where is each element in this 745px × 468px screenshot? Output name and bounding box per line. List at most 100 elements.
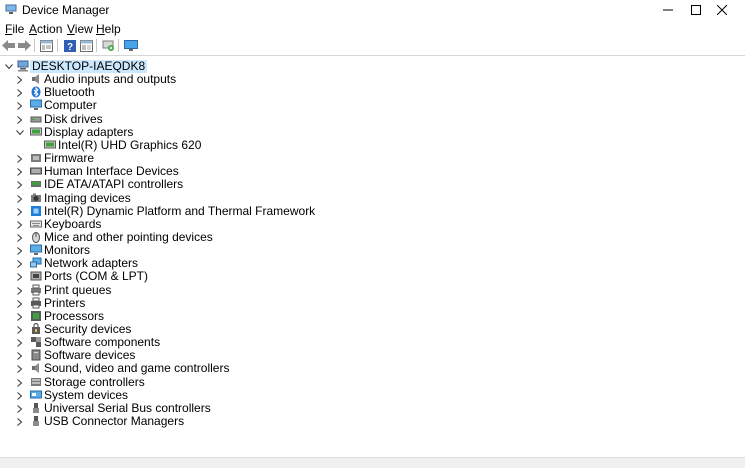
usb-icon — [33, 403, 39, 413]
tree-item[interactable]: Printers — [0, 297, 745, 310]
software-component-icon — [31, 337, 41, 347]
chevron-right-icon[interactable] — [15, 376, 25, 389]
chevron-right-icon[interactable] — [15, 86, 25, 99]
chevron-right-icon[interactable] — [15, 310, 25, 323]
chevron-right-icon[interactable] — [15, 284, 25, 297]
chevron-right-icon[interactable] — [15, 297, 25, 310]
menu-help[interactable]: Help — [96, 22, 121, 36]
graphics-card-icon — [44, 140, 56, 149]
monitor-icon — [30, 244, 42, 255]
chevron-right-icon[interactable] — [15, 205, 25, 218]
tree-item[interactable]: Bluetooth — [0, 86, 745, 99]
keyboard-icon — [30, 220, 42, 228]
device-manager-icon — [5, 4, 17, 14]
minimize-icon — [663, 9, 673, 11]
chevron-right-icon[interactable] — [15, 178, 25, 191]
chevron-down-icon[interactable] — [4, 60, 14, 73]
sound-icon — [32, 363, 39, 373]
chevron-down-icon[interactable] — [15, 126, 25, 139]
window-title: Device Manager — [22, 3, 110, 17]
properties-icon — [40, 39, 53, 52]
chevron-right-icon[interactable] — [15, 165, 25, 178]
mouse-icon — [32, 232, 40, 243]
back-button[interactable] — [1, 38, 16, 53]
tree-item[interactable]: Audio inputs and outputs — [0, 73, 745, 86]
scan-hardware-button[interactable] — [101, 38, 116, 53]
menu-view[interactable]: View — [67, 22, 93, 36]
tree-item[interactable]: USB Connector Managers — [0, 415, 745, 428]
chevron-right-icon[interactable] — [15, 402, 25, 415]
chevron-right-icon[interactable] — [15, 415, 25, 428]
printer-icon — [31, 297, 41, 309]
chevron-right-icon[interactable] — [15, 257, 25, 270]
scan-hardware-icon — [102, 40, 114, 51]
device-tree: DESKTOP-IAEQDK8 Audio inputs and outputs… — [0, 55, 745, 458]
properties-button[interactable] — [39, 38, 54, 53]
svg-text:?: ? — [66, 42, 72, 52]
chevron-right-icon[interactable] — [15, 336, 25, 349]
tree-item-label: USB Connector Managers — [44, 414, 185, 428]
chevron-right-icon[interactable] — [15, 152, 25, 165]
port-icon — [30, 271, 42, 281]
speaker-icon — [32, 74, 39, 84]
menu-action-label: ction — [37, 22, 63, 36]
menu-view-mnemonic: V — [67, 22, 75, 36]
system-icon — [30, 390, 42, 399]
chevron-right-icon[interactable] — [15, 192, 25, 205]
monitor-button[interactable] — [123, 38, 138, 53]
usb-connector-icon — [33, 416, 39, 426]
menu-bar: File Action View Help — [0, 20, 745, 37]
tree-item-label: IDE ATA/ATAPI controllers — [44, 177, 184, 191]
help-icon: ? — [63, 39, 76, 52]
tree-item[interactable]: IDE ATA/ATAPI controllers — [0, 178, 745, 191]
tree-item[interactable]: Mice and other pointing devices — [0, 231, 745, 244]
tree-item-label: Computer — [44, 98, 97, 112]
toolbar-separator — [34, 39, 35, 52]
tree-item[interactable]: Intel(R) Dynamic Platform and Thermal Fr… — [0, 205, 745, 218]
computer-icon — [30, 99, 42, 110]
tree-item[interactable]: Print queues — [0, 284, 745, 297]
toolbar: ? — [0, 37, 745, 55]
menu-file[interactable]: File — [5, 22, 24, 36]
tree-item[interactable]: Computer — [0, 99, 745, 112]
chevron-right-icon[interactable] — [15, 362, 25, 375]
menu-file-label: ile — [12, 22, 25, 36]
forward-icon — [18, 40, 31, 51]
menu-action[interactable]: Action — [29, 22, 62, 36]
close-button[interactable] — [699, 0, 745, 20]
toolbar-separator — [118, 39, 119, 52]
menu-view-label: iew — [74, 22, 93, 36]
title-bar: Device Manager — [0, 0, 745, 20]
forward-button[interactable] — [17, 38, 32, 53]
chevron-right-icon[interactable] — [15, 231, 25, 244]
help-button[interactable]: ? — [62, 38, 77, 53]
chevron-right-icon[interactable] — [15, 389, 25, 402]
chevron-right-icon[interactable] — [15, 218, 25, 231]
chevron-right-icon[interactable] — [15, 323, 25, 336]
view-icon — [80, 39, 93, 52]
display-adapter-icon — [30, 127, 42, 136]
view-button[interactable] — [79, 38, 94, 53]
hid-icon — [30, 167, 42, 175]
ide-icon — [31, 181, 41, 187]
chevron-right-icon[interactable] — [15, 99, 25, 112]
chevron-right-icon[interactable] — [15, 113, 25, 126]
chevron-right-icon[interactable] — [15, 270, 25, 283]
processor-icon — [31, 311, 41, 321]
monitor-icon — [123, 39, 138, 51]
software-device-icon — [31, 349, 41, 361]
tree-item-label: Ports (COM & LPT) — [44, 269, 149, 283]
menu-help-label: elp — [104, 22, 121, 36]
back-icon — [2, 40, 15, 51]
bluetooth-icon — [31, 86, 41, 98]
tree-item[interactable]: Sound, video and game controllers — [0, 362, 745, 375]
chevron-right-icon[interactable] — [15, 349, 25, 362]
tree-item[interactable]: Ports (COM & LPT) — [0, 270, 745, 283]
close-icon — [717, 5, 727, 15]
network-icon — [30, 257, 42, 268]
computer-root-icon — [17, 60, 29, 72]
chevron-right-icon[interactable] — [15, 244, 25, 257]
tree-child-item[interactable]: Intel(R) UHD Graphics 620 — [0, 139, 745, 152]
chevron-right-icon[interactable] — [15, 73, 25, 86]
security-icon — [32, 323, 40, 334]
